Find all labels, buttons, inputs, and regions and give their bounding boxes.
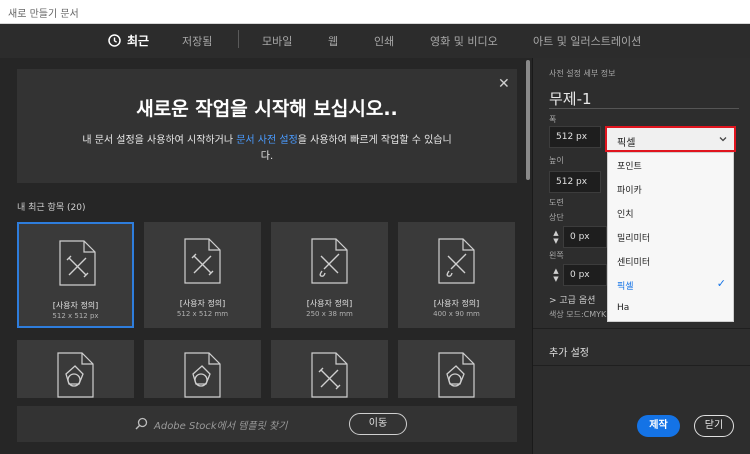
- pen-doc-icon: [59, 240, 96, 286]
- color-mode-text: 색상 모드:CMYK: [549, 310, 607, 319]
- category-tabs: 최근 저장됨 모바일 웹 인쇄 영화 및 비디오 아트 및 일러스트레이션: [0, 24, 750, 58]
- shapes-doc-icon: [184, 352, 221, 398]
- tab-saved[interactable]: 저장됨: [182, 33, 212, 49]
- width-input[interactable]: 512 px: [549, 126, 601, 148]
- tab-film-video[interactable]: 영화 및 비디오: [430, 33, 498, 49]
- left-bleed-input[interactable]: 0 px: [563, 264, 607, 286]
- recent-card-8[interactable]: [398, 340, 515, 398]
- unit-dropdown[interactable]: 픽셀: [605, 126, 736, 152]
- tab-art-illustration[interactable]: 아트 및 일러스트레이션: [533, 33, 641, 49]
- tab-divider: [238, 30, 239, 48]
- create-button[interactable]: 제작: [637, 415, 680, 437]
- tab-recent[interactable]: 최근: [108, 32, 149, 49]
- recent-card-6[interactable]: [144, 340, 261, 398]
- tab-mobile[interactable]: 모바일: [262, 33, 292, 49]
- window-titlebar: 새로 만들기 문서: [0, 0, 750, 24]
- left-bleed-stepper[interactable]: ▲ ▼: [551, 267, 561, 283]
- top-bleed-label: 상단: [549, 213, 564, 222]
- recent-items-header: 내 최근 항목 (20): [17, 200, 85, 213]
- left-bleed-label: 왼쪽: [549, 251, 564, 260]
- recent-card-3[interactable]: [사용자 정의] 250 x 38 mm: [271, 222, 388, 328]
- search-icon: [135, 417, 148, 430]
- checkmark-icon: ✓: [716, 277, 726, 290]
- unit-option-millimeters[interactable]: 밀리미터: [608, 225, 735, 249]
- height-input[interactable]: 512 px: [549, 171, 601, 193]
- advanced-options-toggle[interactable]: > 고급 옵션: [549, 293, 595, 306]
- recent-items-count: (20): [67, 203, 86, 213]
- document-name-underline: [549, 108, 739, 109]
- recent-card-1[interactable]: [사용자 정의] 512 x 512 px: [17, 222, 134, 328]
- chevron-down-icon: [719, 137, 727, 142]
- recent-card-5[interactable]: [17, 340, 134, 398]
- window-title: 새로 만들기 문서: [8, 9, 79, 20]
- unit-option-ha[interactable]: Ha: [608, 297, 735, 321]
- top-bleed-input[interactable]: 0 px: [563, 226, 607, 248]
- welcome-title: 새로운 작업을 시작해 보십시오..: [136, 98, 398, 120]
- tab-print[interactable]: 인쇄: [374, 33, 394, 49]
- stock-search-bar: Adobe Stock에서 템플릿 찾기 이동: [17, 406, 517, 442]
- card-size: 512 x 512 mm: [176, 310, 229, 318]
- card-size: 400 x 90 mm: [433, 310, 480, 318]
- close-button[interactable]: 닫기: [694, 415, 734, 437]
- recent-card-7[interactable]: [271, 340, 388, 398]
- recent-card-4[interactable]: [사용자 정의] 400 x 90 mm: [398, 222, 515, 328]
- card-name: [사용자 정의]: [52, 301, 99, 310]
- unit-option-pixels-label: 픽셀: [617, 282, 634, 292]
- recent-items-label: 내 최근 항목: [17, 203, 65, 213]
- welcome-body: 내 문서 설정을 사용하여 시작하거나 문서 사전 설정을 사용하여 빠르게 작…: [77, 133, 457, 165]
- tab-recent-label: 최근: [127, 34, 150, 48]
- card-name: [사용자 정의]: [433, 299, 480, 308]
- recent-card-2[interactable]: [사용자 정의] 512 x 512 mm: [144, 222, 261, 328]
- more-settings-button[interactable]: 추가 설정: [549, 344, 589, 359]
- unit-option-picas[interactable]: 파이카: [608, 177, 735, 201]
- unit-option-inches[interactable]: 인치: [608, 201, 735, 225]
- pen-doc-icon: [311, 352, 348, 398]
- go-button[interactable]: 이동: [349, 413, 407, 435]
- unit-option-centimeters[interactable]: 센티미터: [608, 249, 735, 273]
- card-name: [사용자 정의]: [179, 299, 226, 308]
- welcome-banner: 새로운 작업을 시작해 보십시오.. 내 문서 설정을 사용하여 시작하거나 문…: [17, 69, 517, 183]
- stock-search-input[interactable]: Adobe Stock에서 템플릿 찾기: [154, 417, 287, 432]
- scrollbar-thumb[interactable]: [526, 60, 530, 180]
- unit-dropdown-menu: 포인트 파이카 인치 밀리미터 센티미터 픽셀 ✓ Ha: [607, 152, 734, 322]
- document-presets-link[interactable]: 문서 사전 설정: [236, 135, 298, 146]
- card-size: 250 x 38 mm: [306, 310, 353, 318]
- close-banner-icon[interactable]: ✕: [498, 76, 510, 92]
- unit-option-points[interactable]: 포인트: [608, 153, 735, 177]
- card-size: 512 x 512 px: [52, 312, 99, 320]
- width-label: 폭: [549, 115, 557, 124]
- card-name: [사용자 정의]: [306, 299, 353, 308]
- preset-details-title: 사전 설정 세부 정보: [549, 69, 616, 78]
- scrollbar[interactable]: [524, 58, 532, 454]
- unit-dropdown-value: 픽셀: [617, 138, 636, 149]
- unit-option-pixels[interactable]: 픽셀 ✓: [608, 273, 735, 297]
- bleed-label: 도련: [549, 198, 564, 207]
- panel-divider: [533, 328, 750, 329]
- clock-icon: [108, 34, 121, 47]
- tab-web[interactable]: 웹: [328, 33, 338, 49]
- height-label: 높이: [549, 156, 564, 165]
- document-name-input[interactable]: 무제-1: [549, 88, 592, 109]
- welcome-body-text-1: 내 문서 설정을 사용하여 시작하거나: [82, 135, 237, 146]
- panel-divider: [533, 365, 750, 366]
- brush-doc-icon: [311, 238, 348, 284]
- brush-doc-icon: [438, 238, 475, 284]
- shapes-doc-icon: [57, 352, 94, 398]
- main-content: 새로운 작업을 시작해 보십시오.. 내 문서 설정을 사용하여 시작하거나 문…: [0, 58, 532, 454]
- pen-doc-icon: [184, 238, 221, 284]
- shapes-doc-icon: [438, 352, 475, 398]
- top-bleed-stepper[interactable]: ▲ ▼: [551, 229, 561, 245]
